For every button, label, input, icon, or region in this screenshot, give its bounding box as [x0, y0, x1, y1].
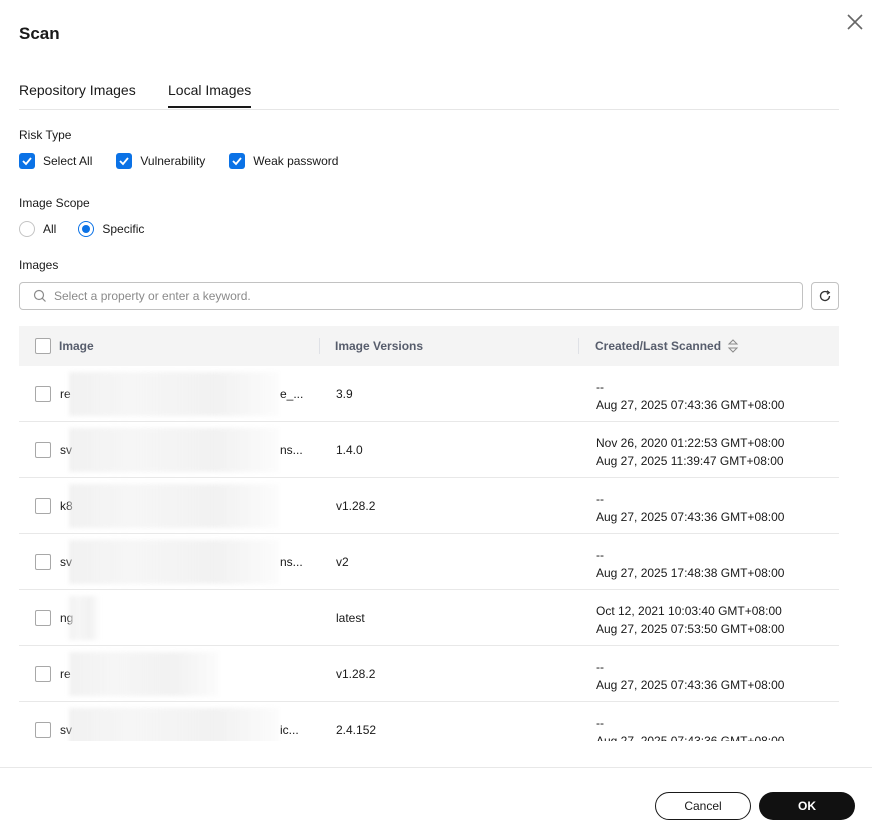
weak-password-checkbox[interactable]: Weak password [229, 153, 338, 169]
checkbox-checked-icon [229, 153, 246, 169]
ok-button[interactable]: OK [759, 792, 855, 820]
created-time: -- [596, 660, 604, 674]
image-name-tail: ic... [280, 723, 299, 737]
select-all-checkbox[interactable]: Select All [19, 153, 92, 169]
image-name-tail: e_... [280, 387, 304, 401]
created-time: Oct 12, 2021 10:03:40 GMT+08:00 [596, 604, 782, 618]
created-scanned: -- Aug 27, 2025 07:43:36 GMT+08:00 [596, 658, 784, 694]
image-version: 1.4.0 [336, 443, 363, 457]
scope-all-label: All [43, 222, 57, 236]
image-version: v2 [336, 555, 349, 569]
risk-type-group: Select All Vulnerability Weak password [19, 152, 362, 170]
vulnerability-label: Vulnerability [140, 154, 206, 168]
tab-bar: Repository Images Local Images [19, 80, 839, 110]
created-scanned: -- Aug 27, 2025 07:43:36 GMT+08:00 [596, 490, 784, 526]
last-scanned-time: Aug 27, 2025 07:53:50 GMT+08:00 [596, 622, 785, 636]
redacted-image-name [69, 540, 279, 584]
column-header-versions: Image Versions [335, 339, 424, 353]
close-icon[interactable] [845, 12, 865, 32]
last-scanned-time: Aug 27, 2025 07:43:36 GMT+08:00 [596, 510, 785, 524]
created-scanned: -- Aug 27, 2025 07:43:36 GMT+08:00 [596, 714, 784, 741]
created-scanned: Nov 26, 2020 01:22:53 GMT+08:00 Aug 27, … [596, 434, 784, 470]
search-input[interactable] [54, 289, 754, 303]
last-scanned-time: Aug 27, 2025 17:48:38 GMT+08:00 [596, 566, 785, 580]
redacted-image-name [69, 484, 279, 528]
redacted-image-name [69, 708, 279, 741]
image-scope-label: Image Scope [19, 196, 90, 210]
row-checkbox[interactable] [35, 722, 51, 738]
scan-dialog: Scan Repository Images Local Images Risk… [0, 0, 872, 832]
image-version: 2.4.152 [336, 723, 377, 737]
image-scope-group: All Specific [19, 220, 166, 238]
tab-repository-images[interactable]: Repository Images [19, 82, 136, 98]
redacted-image-name [69, 372, 279, 416]
radio-selected-icon [78, 221, 95, 237]
footer-divider [0, 767, 872, 768]
select-all-label: Select All [43, 154, 93, 168]
image-name-tail: ns... [280, 555, 303, 569]
created-time: Nov 26, 2020 01:22:53 GMT+08:00 [596, 436, 785, 450]
last-scanned-time: Aug 27, 2025 07:43:36 GMT+08:00 [596, 734, 785, 741]
row-checkbox[interactable] [35, 666, 51, 682]
column-header-created: Created/Last Scanned [595, 339, 722, 353]
cancel-button[interactable]: Cancel [655, 792, 751, 820]
search-icon [33, 289, 47, 303]
image-version: 3.9 [336, 387, 353, 401]
scope-specific-radio[interactable]: Specific [78, 221, 144, 237]
row-checkbox[interactable] [35, 498, 51, 514]
scope-all-radio[interactable]: All [19, 221, 56, 237]
last-scanned-time: Aug 27, 2025 07:43:36 GMT+08:00 [596, 398, 785, 412]
row-checkbox[interactable] [35, 554, 51, 570]
created-time: -- [596, 380, 604, 394]
created-scanned: -- Aug 27, 2025 07:43:36 GMT+08:00 [596, 378, 784, 414]
column-divider [319, 338, 320, 354]
redacted-image-name [69, 652, 219, 696]
select-all-rows-checkbox[interactable] [35, 338, 51, 354]
image-version: v1.28.2 [336, 667, 376, 681]
created-time: -- [596, 716, 604, 730]
tab-local-images[interactable]: Local Images [168, 82, 251, 98]
images-label: Images [19, 258, 59, 272]
table-row: ng latest Oct 12, 2021 10:03:40 GMT+08:0… [19, 590, 839, 646]
scope-specific-label: Specific [102, 222, 145, 236]
checkbox-checked-icon [19, 153, 35, 169]
created-time: -- [596, 548, 604, 562]
created-scanned: -- Aug 27, 2025 17:48:38 GMT+08:00 [596, 546, 784, 582]
refresh-icon [819, 290, 831, 302]
created-time: -- [596, 492, 604, 506]
table-row: re e_... 3.9 -- Aug 27, 2025 07:43:36 GM… [19, 366, 839, 422]
checkbox-checked-icon [116, 153, 133, 169]
table-row: k8 v1.28.2 -- Aug 27, 2025 07:43:36 GMT+… [19, 478, 839, 534]
row-checkbox[interactable] [35, 442, 51, 458]
active-tab-indicator [168, 106, 251, 108]
table-row: re v1.28.2 -- Aug 27, 2025 07:43:36 GMT+… [19, 646, 839, 702]
radio-unselected-icon [19, 221, 35, 237]
redacted-image-name [69, 596, 99, 640]
dialog-title: Scan [19, 24, 60, 43]
risk-type-label: Risk Type [19, 128, 72, 142]
table-row: sv ns... 1.4.0 Nov 26, 2020 01:22:53 GMT… [19, 422, 839, 478]
column-divider [578, 338, 579, 354]
weak-password-label: Weak password [253, 154, 339, 168]
table-header: Image Image Versions Created/Last Scanne… [19, 326, 839, 366]
row-checkbox[interactable] [35, 386, 51, 402]
images-table: Image Image Versions Created/Last Scanne… [19, 326, 839, 741]
image-version: v1.28.2 [336, 499, 376, 513]
sort-icon[interactable] [727, 338, 739, 354]
created-scanned: Oct 12, 2021 10:03:40 GMT+08:00 Aug 27, … [596, 602, 784, 638]
column-header-image: Image [59, 339, 94, 353]
redacted-image-name [69, 428, 279, 472]
table-row: sv ns... v2 -- Aug 27, 2025 17:48:38 GMT… [19, 534, 839, 590]
image-name-tail: ns... [280, 443, 303, 457]
image-search-box[interactable] [19, 282, 803, 310]
row-checkbox[interactable] [35, 610, 51, 626]
last-scanned-time: Aug 27, 2025 11:39:47 GMT+08:00 [596, 454, 784, 468]
last-scanned-time: Aug 27, 2025 07:43:36 GMT+08:00 [596, 678, 785, 692]
refresh-button[interactable] [811, 282, 839, 310]
vulnerability-checkbox[interactable]: Vulnerability [116, 153, 205, 169]
table-row: sv ic... 2.4.152 -- Aug 27, 2025 07:43:3… [19, 702, 839, 741]
image-version: latest [336, 611, 365, 625]
